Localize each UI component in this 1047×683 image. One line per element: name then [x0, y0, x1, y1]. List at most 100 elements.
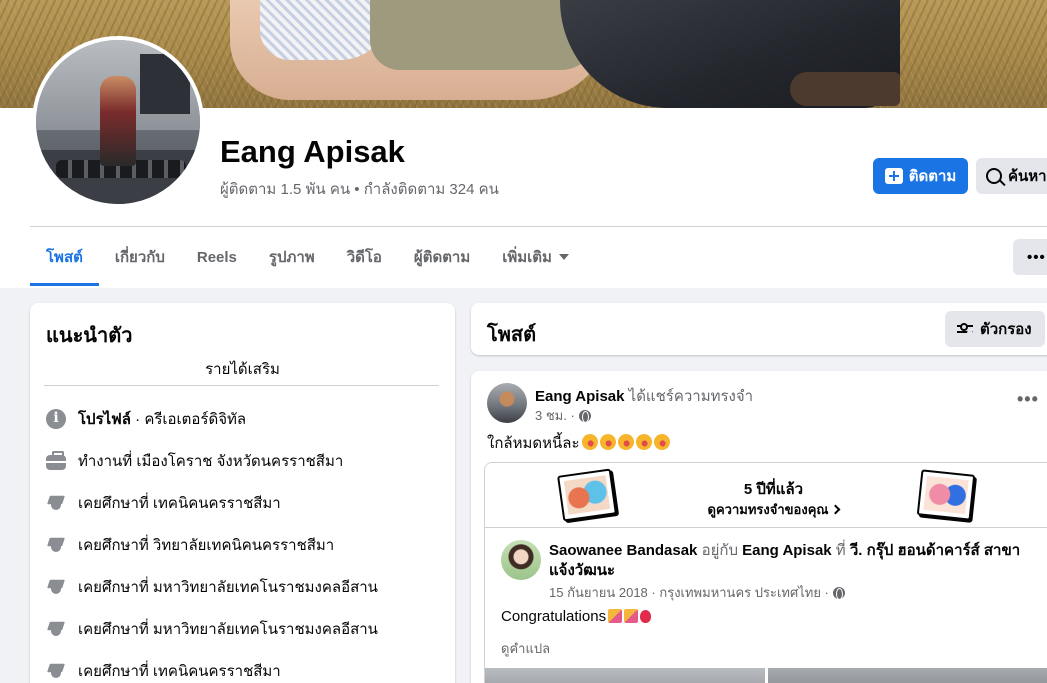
briefcase-icon: [46, 451, 66, 470]
graduation-cap-icon: [46, 493, 66, 513]
post-author-avatar[interactable]: [487, 383, 527, 423]
more-options-button[interactable]: •••: [1013, 239, 1047, 275]
intro-item-bold[interactable]: โปรไฟล์: [78, 411, 131, 428]
intro-bio: รายได้เสริม: [205, 361, 280, 378]
with-word: อยู่กับ: [697, 542, 743, 559]
shared-post-header: Saowanee Bandasak อยู่กับ Eang Apisak ที…: [549, 541, 1047, 581]
balloon-emoji-icon: [640, 610, 652, 623]
graduation-cap-icon: [46, 619, 66, 639]
tab-reels[interactable]: Reels: [181, 228, 253, 286]
cover-figure-shoe: [790, 72, 900, 106]
post-author-name[interactable]: Eang Apisak: [535, 388, 624, 405]
shared-author-name[interactable]: Saowanee Bandasak: [549, 542, 697, 559]
shared-author-avatar[interactable]: [501, 540, 541, 580]
intro-item-text: เคยศึกษาที่ วิทยาลัยเทคนิคนครราชสีมา: [78, 537, 335, 554]
intro-item-text: เคยศึกษาที่ เทคนิคนครราชสีมา: [78, 663, 281, 680]
intro-divider: [44, 385, 439, 386]
tab-photos[interactable]: รูปภาพ: [253, 228, 331, 286]
follow-plus-icon: [884, 168, 903, 184]
laughing-emoji-icon: [578, 431, 601, 453]
tab-more[interactable]: เพิ่มเติม: [486, 228, 585, 286]
tab-videos[interactable]: วิดีโอ: [331, 228, 398, 286]
caret-down-icon: [558, 254, 569, 260]
filter-button[interactable]: ตัวกรอง: [945, 311, 1045, 347]
intro-title: แนะนำตัว: [46, 325, 133, 347]
memory-banner[interactable]: 5 ปีที่แล้ว ดูความทรงจำของคุณ: [485, 463, 1047, 528]
graduation-cap-icon: [46, 535, 66, 555]
tab-about[interactable]: เกี่ยวกับ: [99, 228, 181, 286]
post-text: ใกล้หมดหนี้ละ: [487, 431, 673, 455]
follow-button[interactable]: ติดตาม: [873, 158, 968, 194]
graduation-cap-icon: [46, 577, 66, 597]
shared-text-body: Congratulations: [501, 608, 607, 625]
search-icon: [986, 168, 1002, 184]
intro-item-education: เคยศึกษาที่ มหาวิทยาลัยเทคโนราชมงคลอีสาน: [46, 617, 378, 641]
intro-item-education: เคยศึกษาที่ เทคนิคนครราชสีมา: [46, 659, 281, 683]
tab-label: Reels: [196, 248, 237, 266]
confetti-emoji-icon: [608, 609, 623, 623]
laughing-emoji-icon: [614, 431, 637, 453]
laughing-emoji-icon: [632, 431, 655, 453]
follow-label: ติดตาม: [908, 168, 957, 185]
intro-item-text: เคยศึกษาที่ มหาวิทยาลัยเทคโนราชมงคลอีสาน: [78, 579, 378, 596]
follower-count[interactable]: ผู้ติดตาม 1.5 พัน คน • กำลังติดตาม 324 ค…: [220, 177, 499, 201]
shared-time-text[interactable]: 15 กันยายน 2018 · กรุงเทพมหานคร ประเทศไท…: [549, 582, 829, 603]
post-timestamp: 3 ชม. ·: [535, 405, 591, 426]
post-text-body: ใกล้หมดหนี้ละ: [487, 435, 580, 452]
intro-card: แนะนำตัว รายได้เสริม โปรไฟล์ · ครีเอเตอร…: [30, 303, 455, 683]
profile-avatar[interactable]: [36, 40, 200, 204]
tab-label: วิดีโอ: [346, 249, 382, 266]
post-card: Eang Apisak ได้แชร์ความทรงจำ 3 ชม. · •••…: [471, 371, 1047, 683]
post-more-button[interactable]: •••: [1017, 389, 1039, 410]
search-button[interactable]: ค้นหา: [976, 158, 1047, 194]
intro-item-text: เคยศึกษาที่ มหาวิทยาลัยเทคโนราชมงคลอีสาน: [78, 621, 378, 638]
shared-memory[interactable]: 5 ปีที่แล้ว ดูความทรงจำของคุณ Saowanee B…: [484, 462, 1047, 683]
intro-item-work: ทำงานที่ เมืองโคราช จังหวัดนครราชสีมา: [46, 449, 343, 473]
post-time-text[interactable]: 3 ชม. ·: [535, 405, 575, 426]
tab-label: เพิ่มเติม: [502, 249, 552, 266]
party-popper-emoji-icon: [624, 609, 639, 623]
posts-title: โพสต์: [487, 324, 537, 346]
intro-item-text: ทำงานที่ เมืองโคราช จังหวัดนครราชสีมา: [78, 453, 344, 470]
filter-label: ตัวกรอง: [980, 321, 1032, 338]
posts-header: โพสต์ ตัวกรอง: [471, 303, 1047, 355]
info-icon: [46, 409, 66, 429]
globe-icon: [578, 409, 591, 423]
intro-item-rest: · ครีเอเตอร์ดิจิทัล: [131, 411, 247, 428]
intro-item-text: โปรไฟล์ · ครีเอเตอร์ดิจิทัล: [78, 407, 246, 431]
tab-label: ผู้ติดตาม: [413, 249, 471, 266]
laughing-emoji-icon: [650, 431, 673, 453]
tab-label: โพสต์: [46, 249, 83, 266]
memory-illustration-right: [916, 469, 976, 521]
tab-followers[interactable]: ผู้ติดตาม: [398, 228, 486, 286]
laughing-emoji-icon: [596, 431, 619, 453]
tab-label: รูปภาพ: [268, 249, 315, 266]
shared-photo[interactable]: [768, 668, 1047, 683]
intro-item-education: เคยศึกษาที่ เทคนิคนครราชสีมา: [46, 491, 281, 515]
intro-item-profile: โปรไฟล์ · ครีเอเตอร์ดิจิทัล: [46, 407, 246, 431]
intro-item-text: เคยศึกษาที่ เทคนิคนครราชสีมา: [78, 495, 281, 512]
search-label: ค้นหา: [1008, 168, 1047, 185]
post-action: ได้แชร์ความทรงจำ: [624, 388, 754, 405]
profile-name: Eang Apisak: [220, 134, 405, 169]
shared-post-text: Congratulations: [501, 608, 652, 625]
header-divider: [30, 226, 1047, 227]
tab-posts[interactable]: โพสต์: [30, 228, 99, 286]
globe-icon: [832, 586, 845, 600]
graduation-cap-icon: [46, 661, 66, 681]
avatar-person: [100, 76, 136, 166]
intro-item-education: เคยศึกษาที่ มหาวิทยาลัยเทคโนราชมงคลอีสาน: [46, 575, 378, 599]
memory-link-text: ดูความทรงจำของคุณ: [707, 502, 829, 517]
shared-timestamp: 15 กันยายน 2018 · กรุงเทพมหานคร ประเทศไท…: [549, 582, 845, 603]
avatar-mirror: [140, 54, 190, 114]
tagged-name[interactable]: Eang Apisak: [742, 542, 831, 559]
shared-photo[interactable]: [485, 668, 765, 683]
tab-label: เกี่ยวกับ: [114, 249, 165, 266]
sliders-icon: [957, 323, 973, 335]
chevron-right-icon: [831, 504, 841, 515]
profile-tabs: โพสต์ เกี่ยวกับ Reels รูปภาพ วิดีโอ ผู้ต…: [30, 228, 585, 286]
profile-header: Eang Apisak ผู้ติดตาม 1.5 พัน คน • กำลัง…: [0, 0, 1047, 288]
see-translation-link[interactable]: ดูคำแปล: [501, 638, 550, 659]
at-word: ที่: [831, 542, 850, 559]
intro-item-education: เคยศึกษาที่ วิทยาลัยเทคนิคนครราชสีมา: [46, 533, 334, 557]
